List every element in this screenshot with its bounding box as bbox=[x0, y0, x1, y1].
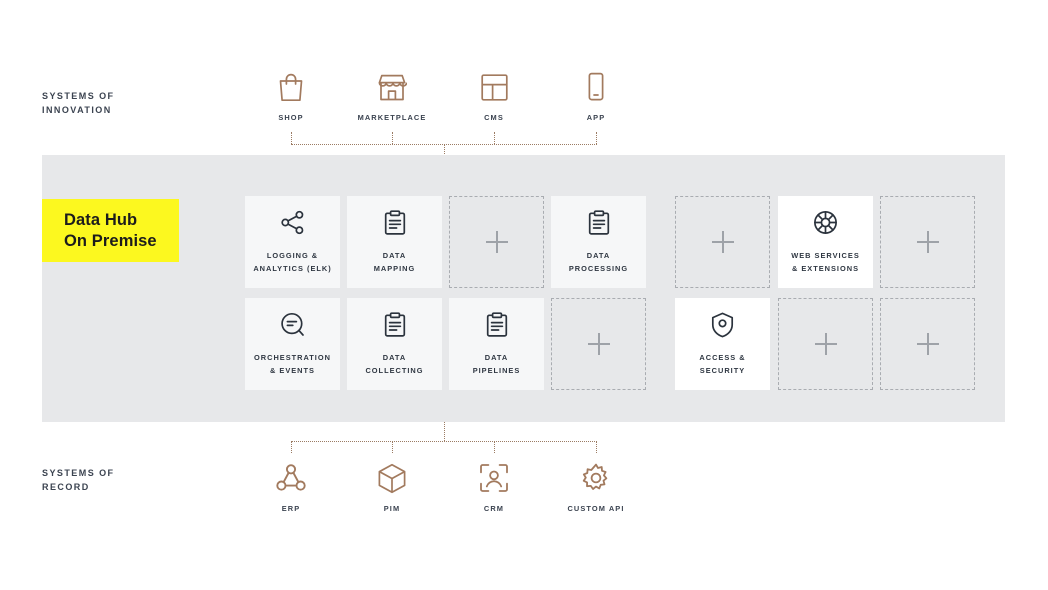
clipboard-icon bbox=[586, 210, 612, 236]
clipboard-icon bbox=[382, 312, 408, 338]
card-orchestration-events[interactable]: Orchestration & Events bbox=[245, 298, 340, 390]
plus-icon bbox=[813, 331, 839, 357]
card-placeholder-r2c6[interactable] bbox=[778, 298, 873, 390]
plus-icon bbox=[484, 229, 510, 255]
connector-shop-drop bbox=[291, 132, 292, 144]
node-label: App bbox=[586, 113, 606, 122]
plus-icon bbox=[915, 229, 941, 255]
connector-bottom-spine bbox=[444, 422, 445, 441]
card-label: Data Mapping bbox=[373, 250, 416, 273]
node-cms[interactable]: CMS bbox=[446, 70, 542, 122]
card-data-processing[interactable]: Data Processing bbox=[551, 196, 646, 288]
shopping-bag-icon bbox=[274, 70, 308, 104]
node-shop[interactable]: Shop bbox=[243, 70, 339, 122]
card-placeholder-r1c3[interactable] bbox=[449, 196, 544, 288]
connector-customapi-drop bbox=[596, 441, 597, 453]
connector-pim-drop bbox=[392, 441, 393, 453]
card-label: Data Pipelines bbox=[472, 352, 521, 375]
clipboard-icon bbox=[484, 312, 510, 338]
clipboard-icon bbox=[382, 210, 408, 236]
connector-erp-drop bbox=[291, 441, 292, 453]
node-erp[interactable]: ERP bbox=[243, 461, 339, 513]
card-placeholder-r2c7[interactable] bbox=[880, 298, 975, 390]
card-data-collecting[interactable]: Data Collecting bbox=[347, 298, 442, 390]
node-label: Marketplace bbox=[357, 113, 427, 122]
card-web-services-extensions[interactable]: Web Services & Extensions bbox=[778, 196, 873, 288]
shield-icon bbox=[710, 312, 736, 338]
node-label: Shop bbox=[278, 113, 304, 122]
chat-lines-icon bbox=[280, 312, 306, 338]
gear-icon bbox=[579, 461, 613, 495]
globe-dial-icon bbox=[813, 210, 839, 236]
layout-icon bbox=[477, 70, 511, 104]
person-frame-icon bbox=[477, 461, 511, 495]
card-placeholder-r1c7[interactable] bbox=[880, 196, 975, 288]
card-label: Data Processing bbox=[568, 250, 629, 273]
hub-title-line1: Data Hub bbox=[64, 210, 138, 229]
cube-box-icon bbox=[375, 461, 409, 495]
node-label: CMS bbox=[484, 113, 504, 122]
card-placeholder-r1c5[interactable] bbox=[675, 196, 770, 288]
node-label: CRM bbox=[483, 504, 505, 513]
systems-of-innovation-label: Systems of innovation bbox=[42, 91, 115, 115]
card-access-security[interactable]: Access & Security bbox=[675, 298, 770, 390]
node-pim[interactable]: PIM bbox=[344, 461, 440, 513]
card-label: Logging & Analytics (ELK) bbox=[253, 250, 332, 273]
diagram-canvas: Systems of innovation Shop Marketplace bbox=[0, 0, 1048, 590]
plus-icon bbox=[710, 229, 736, 255]
node-label: ERP bbox=[281, 504, 301, 513]
card-label: Data Collecting bbox=[365, 352, 424, 375]
connector-cms-drop bbox=[494, 132, 495, 144]
mobile-phone-icon bbox=[579, 70, 613, 104]
share-nodes-icon bbox=[280, 210, 306, 236]
connector-bottom-bus bbox=[291, 441, 597, 442]
card-data-mapping[interactable]: Data Mapping bbox=[347, 196, 442, 288]
node-app[interactable]: App bbox=[548, 70, 644, 122]
card-label: Web Services & Extensions bbox=[791, 250, 860, 273]
node-crm[interactable]: CRM bbox=[446, 461, 542, 513]
data-hub-on-premise-badge: Data Hub On Premise bbox=[42, 199, 179, 262]
plus-icon bbox=[586, 331, 612, 357]
plus-icon bbox=[915, 331, 941, 357]
hub-title-line2: On Premise bbox=[64, 231, 157, 250]
storefront-icon bbox=[375, 70, 409, 104]
connector-app-drop bbox=[596, 132, 597, 144]
node-label: PIM bbox=[383, 504, 401, 513]
card-placeholder-r2c4[interactable] bbox=[551, 298, 646, 390]
node-custom-api[interactable]: Custom API bbox=[548, 461, 644, 513]
node-marketplace[interactable]: Marketplace bbox=[344, 70, 440, 122]
connector-marketplace-drop bbox=[392, 132, 393, 144]
card-label: Orchestration & Events bbox=[254, 352, 331, 375]
card-data-pipelines[interactable]: Data Pipelines bbox=[449, 298, 544, 390]
systems-of-record-label: Systems of record bbox=[42, 468, 115, 492]
node-label: Custom API bbox=[567, 504, 625, 513]
card-label: Access & Security bbox=[699, 352, 746, 375]
connector-crm-drop bbox=[494, 441, 495, 453]
network-nodes-icon bbox=[274, 461, 308, 495]
card-logging-analytics[interactable]: Logging & Analytics (ELK) bbox=[245, 196, 340, 288]
